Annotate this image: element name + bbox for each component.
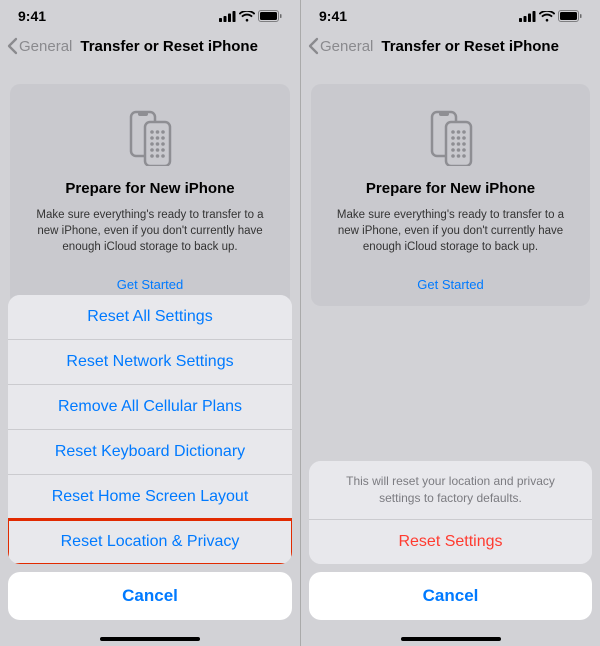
- get-started-link[interactable]: Get Started: [24, 277, 276, 292]
- phones-illustration-icon: [424, 110, 478, 166]
- reset-location-privacy-button[interactable]: Reset Location & Privacy: [8, 520, 292, 564]
- status-bar: 9:41: [301, 0, 600, 28]
- cellular-signal-icon: [519, 11, 536, 22]
- status-time: 9:41: [319, 8, 347, 24]
- prepare-card: Prepare for New iPhone Make sure everyth…: [10, 84, 290, 306]
- battery-icon: [258, 10, 282, 22]
- remove-all-cellular-plans-button[interactable]: Remove All Cellular Plans: [8, 385, 292, 430]
- status-bar: 9:41: [0, 0, 300, 28]
- sheet-message: This will reset your location and privac…: [309, 461, 592, 520]
- status-icons: [219, 10, 282, 22]
- phones-illustration-icon: [123, 110, 177, 166]
- cancel-button[interactable]: Cancel: [309, 572, 592, 620]
- confirm-reset-sheet: This will reset your location and privac…: [301, 461, 600, 646]
- page-title: Transfer or Reset iPhone: [80, 38, 258, 55]
- page-title: Transfer or Reset iPhone: [381, 38, 559, 55]
- reset-network-settings-button[interactable]: Reset Network Settings: [8, 340, 292, 385]
- back-button[interactable]: General: [6, 37, 72, 55]
- card-title: Prepare for New iPhone: [24, 180, 276, 197]
- nav-bar: General Transfer or Reset iPhone: [301, 28, 600, 64]
- status-time: 9:41: [18, 8, 46, 24]
- obscured-text: [8, 624, 292, 638]
- phone-screen-right: 9:41 General Transfer or Reset iPhone: [300, 0, 600, 646]
- card-title: Prepare for New iPhone: [325, 180, 576, 197]
- battery-icon: [558, 10, 582, 22]
- card-body: Make sure everything's ready to transfer…: [325, 207, 576, 255]
- back-label: General: [19, 38, 72, 55]
- get-started-link[interactable]: Get Started: [325, 277, 576, 292]
- phone-screen-left: 9:41 General Transfer or Reset iPhone: [0, 0, 300, 646]
- cancel-button[interactable]: Cancel: [8, 572, 292, 620]
- reset-home-screen-layout-button[interactable]: Reset Home Screen Layout: [8, 475, 292, 520]
- home-indicator[interactable]: [100, 637, 200, 641]
- nav-bar: General Transfer or Reset iPhone: [0, 28, 300, 64]
- reset-all-settings-button[interactable]: Reset All Settings: [8, 295, 292, 340]
- back-button[interactable]: General: [307, 37, 373, 55]
- home-indicator[interactable]: [401, 637, 501, 641]
- sheet-confirm-block: This will reset your location and privac…: [309, 461, 592, 564]
- prepare-card: Prepare for New iPhone Make sure everyth…: [311, 84, 590, 306]
- card-body: Make sure everything's ready to transfer…: [24, 207, 276, 255]
- reset-settings-button[interactable]: Reset Settings: [309, 520, 592, 564]
- wifi-icon: [539, 11, 555, 22]
- cellular-signal-icon: [219, 11, 236, 22]
- chevron-left-icon: [6, 37, 18, 55]
- reset-options-sheet: Reset All Settings Reset Network Setting…: [0, 295, 300, 646]
- obscured-text: [309, 624, 592, 638]
- back-label: General: [320, 38, 373, 55]
- chevron-left-icon: [307, 37, 319, 55]
- wifi-icon: [239, 11, 255, 22]
- sheet-options-block: Reset All Settings Reset Network Setting…: [8, 295, 292, 564]
- status-icons: [519, 10, 582, 22]
- reset-keyboard-dictionary-button[interactable]: Reset Keyboard Dictionary: [8, 430, 292, 475]
